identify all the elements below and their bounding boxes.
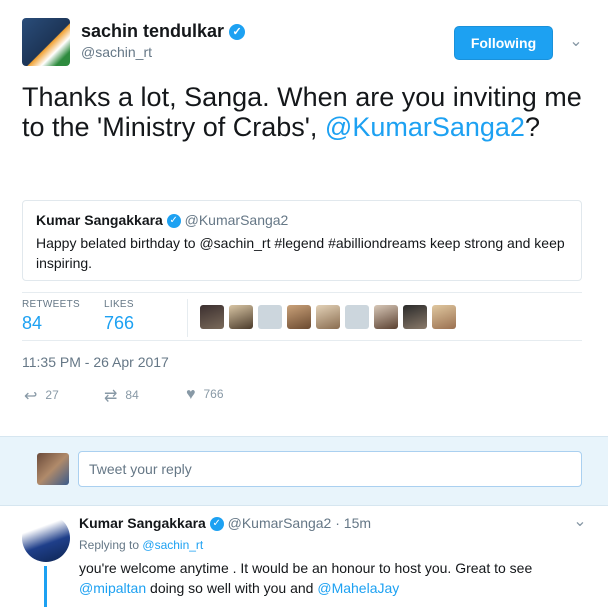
divider [22, 340, 582, 341]
thread-line [44, 566, 47, 607]
liker-avatar[interactable] [258, 305, 282, 329]
reply-icon: ↩ [24, 388, 38, 405]
author-avatar[interactable] [22, 18, 70, 66]
reply-action[interactable]: ↩ 27 [24, 386, 59, 406]
likes-count[interactable]: 766 [104, 313, 134, 334]
heart-icon: ♥ [186, 386, 196, 403]
verified-badge-icon: ✓ [209, 517, 224, 532]
following-button[interactable]: Following [454, 26, 553, 60]
liker-avatar[interactable] [287, 305, 311, 329]
tweet-mention-link[interactable]: @KumarSanga2 [325, 112, 525, 142]
retweet-action[interactable]: ⇄ 84 [104, 386, 139, 406]
reply-header: Kumar Sangakkara ✓ @KumarSanga2 · 15m [79, 515, 372, 532]
divider [187, 299, 188, 337]
replying-to-link[interactable]: @sachin_rt [142, 538, 203, 552]
liker-avatar[interactable] [345, 305, 369, 329]
liker-avatar[interactable] [200, 305, 224, 329]
divider [22, 292, 582, 293]
tweet-timestamp[interactable]: 11:35 PM - 26 Apr 2017 [22, 354, 169, 370]
quoted-author-handle[interactable]: @KumarSanga2 [185, 212, 289, 228]
reply-time[interactable]: 15m [344, 515, 371, 531]
likes-label: LIKES [104, 299, 134, 310]
reply-author-handle[interactable]: @KumarSanga2 [228, 515, 332, 531]
like-action[interactable]: ♥ 766 [186, 386, 224, 404]
liker-avatar[interactable] [403, 305, 427, 329]
reply-author-avatar[interactable] [22, 514, 70, 562]
quoted-author-name[interactable]: Kumar Sangakkara [36, 212, 163, 228]
liker-avatar[interactable] [432, 305, 456, 329]
replying-to: Replying to @sachin_rt [79, 538, 204, 552]
liker-avatar[interactable] [316, 305, 340, 329]
reply-author-name[interactable]: Kumar Sangakkara [79, 515, 206, 531]
retweets-count[interactable]: 84 [22, 313, 42, 334]
quoted-tweet[interactable]: Kumar Sangakkara ✓ @KumarSanga2 Happy be… [22, 200, 582, 281]
user-avatar [37, 453, 69, 485]
reply-input[interactable]: Tweet your reply [78, 451, 582, 487]
verified-badge-icon: ✓ [229, 24, 246, 41]
tweet-text: Thanks a lot, Sanga. When are you inviti… [22, 82, 582, 142]
reply-text: you're welcome anytime . It would be an … [79, 560, 533, 596]
liker-avatar[interactable] [229, 305, 253, 329]
retweet-icon: ⇄ [104, 388, 118, 405]
chevron-down-icon[interactable]: ⌄ [572, 514, 588, 530]
reply-mention-link[interactable]: @MahelaJay [317, 580, 399, 596]
verified-badge-icon: ✓ [166, 214, 181, 229]
retweets-label: RETWEETS [22, 299, 80, 310]
author-handle[interactable]: @sachin_rt [81, 44, 152, 60]
reply-mention-link[interactable]: @mipaltan [79, 580, 146, 596]
quoted-text: Happy belated birthday to @sachin_rt #le… [36, 235, 565, 271]
author-name[interactable]: sachin tendulkar ✓ [81, 21, 246, 42]
liker-avatar[interactable] [374, 305, 398, 329]
chevron-down-icon[interactable]: ⌄ [568, 34, 584, 50]
